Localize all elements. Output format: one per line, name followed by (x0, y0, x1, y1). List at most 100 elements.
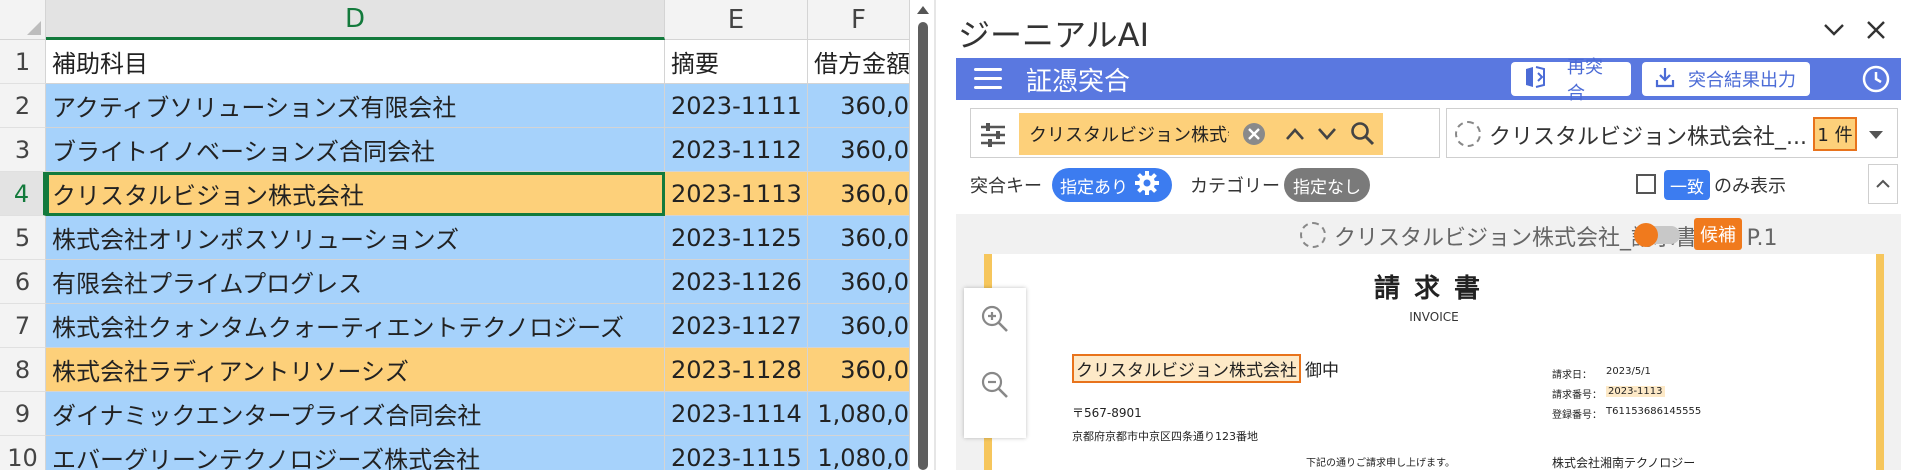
invoice-title: 請求書 (1373, 274, 1494, 304)
category-value: 指定なし (1293, 177, 1361, 198)
column-header-e[interactable]: E (665, 0, 808, 40)
row-number[interactable]: 1 (0, 40, 46, 84)
match-count-badge: 1 件 (1813, 117, 1857, 151)
row-number[interactable]: 2 (0, 84, 46, 128)
options-row: 突合キー 指定あり カテゴリー 指定なし 一致 のみ表示 (970, 164, 1898, 204)
close-icon[interactable] (1860, 14, 1892, 46)
search-input[interactable]: クリスタルビジョン株式会社 (1019, 113, 1263, 155)
recipient-address: 京都府京都市中京区四条通り123番地 (1072, 430, 1258, 443)
invoice-number-highlight: 2023-1113 (1606, 386, 1665, 397)
cell-description[interactable]: 2023-1115 (665, 436, 808, 470)
table-row: 4 クリスタルビジョン株式会社 2023-1113 360,0 (0, 172, 910, 216)
row-number[interactable]: 3 (0, 128, 46, 172)
cell-description[interactable]: 2023-1126 (665, 260, 808, 304)
cell-debit[interactable]: 1,080,0 (808, 392, 910, 436)
table-row: 5 株式会社オリンポスソリューションズ 2023-1125 360,0 (0, 216, 910, 260)
export-results-button[interactable]: 突合結果出力 (1642, 62, 1810, 96)
row-number[interactable]: 8 (0, 348, 46, 392)
vertical-scrollbar[interactable] (912, 0, 934, 470)
cell-debit[interactable]: 360,0 (808, 216, 910, 260)
cell-sub-account[interactable]: アクティブソリューションズ有限会社 (46, 84, 665, 128)
cell-sub-account[interactable]: 株式会社クォンタムクォーティエントテクノロジーズ (46, 304, 665, 348)
scroll-up-icon[interactable] (917, 6, 929, 14)
next-match-icon[interactable] (1311, 113, 1343, 155)
match-key-toggle[interactable]: 指定あり (1052, 168, 1172, 202)
table-row: 2 アクティブソリューションズ有限会社 2023-1111 360,0 (0, 84, 910, 128)
row-number[interactable]: 5 (0, 216, 46, 260)
cell-sub-account[interactable]: 株式会社オリンポスソリューションズ (46, 216, 665, 260)
cell-description[interactable]: 2023-1112 (665, 128, 808, 172)
only-show-label: のみ表示 (1714, 176, 1786, 197)
cell-description[interactable]: 2023-1128 (665, 348, 808, 392)
filter-sliders-icon[interactable] (977, 119, 1009, 151)
row-number[interactable]: 9 (0, 392, 46, 436)
match-tag: 一致 (1664, 170, 1710, 200)
gear-icon (1134, 170, 1160, 201)
cell-debit[interactable]: 360,0 (808, 348, 910, 392)
result-select[interactable]: クリスタルビジョン株式会社_... 1 件 (1446, 108, 1898, 158)
clear-search-icon[interactable] (1229, 113, 1279, 155)
cell-debit[interactable]: 借方金額 (808, 40, 910, 84)
scrollbar-thumb[interactable] (918, 22, 928, 470)
cell-description[interactable]: 2023-1113 (665, 172, 808, 216)
table-row: 7 株式会社クォンタムクォーティエントテクノロジーズ 2023-1127 360… (0, 304, 910, 348)
row-number[interactable]: 6 (0, 260, 46, 304)
cell-sub-account[interactable]: 株式会社ラディアントリソーシズ (46, 348, 665, 392)
cell-description[interactable]: 摘要 (665, 40, 808, 84)
zoom-toolbar (964, 288, 1026, 438)
cell-debit[interactable]: 360,0 (808, 304, 910, 348)
recipient-postal: 〒567-8901 (1072, 406, 1142, 420)
issuer-name: 株式会社湘南テクノロジー (1552, 456, 1696, 470)
row-number[interactable]: 4 (0, 172, 46, 216)
cell-description[interactable]: 2023-1111 (665, 84, 808, 128)
cell-description[interactable]: 2023-1114 (665, 392, 808, 436)
cell-debit[interactable]: 360,0 (808, 84, 910, 128)
document-viewer: クリスタルビジョン株式会社_請求書.pdf P.1 候補 請求書 INVOICE… (956, 214, 1901, 470)
cell-debit[interactable]: 1,080,0 (808, 436, 910, 470)
download-icon (1654, 66, 1676, 93)
candidate-toggle[interactable] (1634, 223, 1680, 247)
invoice-date-label: 請求日： (1552, 370, 1592, 381)
cell-sub-account[interactable]: エバーグリーンテクノロジーズ株式会社 (46, 436, 665, 470)
row-number[interactable]: 10 (0, 436, 46, 470)
hamburger-menu-icon[interactable] (974, 68, 1002, 90)
recipient-highlight: クリスタルビジョン株式会社 (1072, 354, 1301, 383)
cell-sub-account[interactable]: 補助科目 (46, 40, 665, 84)
invoice-subtitle: INVOICE (1409, 310, 1459, 324)
column-header-d[interactable]: D (46, 0, 665, 40)
rematch-button[interactable]: 再突合 (1511, 57, 1631, 104)
chevron-down-icon[interactable] (1818, 14, 1850, 46)
cell-description[interactable]: 2023-1125 (665, 216, 808, 260)
caret-down-icon[interactable] (1869, 131, 1883, 139)
match-key-value: 指定あり (1060, 177, 1128, 198)
previous-match-icon[interactable] (1279, 113, 1311, 155)
registration-number: T61153686145555 (1606, 406, 1702, 417)
only-match-checkbox[interactable] (1636, 174, 1656, 194)
cell-debit[interactable]: 360,0 (808, 128, 910, 172)
active-cell[interactable]: クリスタルビジョン株式会社 (46, 172, 665, 216)
table-row: 3 ブライトイノベーションズ合同会社 2023-1112 360,0 (0, 128, 910, 172)
genial-ai-panel: ジーニアルAI 証憑突合 再突合 突合結果出力 クリスタルビジョン株式会社 クリ… (936, 0, 1907, 470)
zoom-out-icon[interactable] (980, 370, 1010, 400)
loading-circle-icon (1455, 121, 1481, 147)
cell-sub-account[interactable]: ブライトイノベーションズ合同会社 (46, 128, 665, 172)
cell-debit[interactable]: 360,0 (808, 260, 910, 304)
zoom-in-icon[interactable] (980, 304, 1010, 334)
result-file-text: クリスタルビジョン株式会社_... (1489, 125, 1807, 150)
search-row: クリスタルビジョン株式会社 クリスタルビジョン株式会社_... 1 件 (970, 108, 1898, 160)
cell-debit[interactable]: 360,0 (808, 172, 910, 216)
row-number[interactable]: 7 (0, 304, 46, 348)
column-header-f[interactable]: F (808, 0, 910, 40)
select-all-corner[interactable] (0, 0, 46, 40)
history-clock-icon[interactable] (1861, 64, 1891, 94)
panel-toolbar: 証憑突合 再突合 突合結果出力 (956, 57, 1901, 104)
candidate-badge[interactable]: 候補 (1694, 218, 1742, 250)
search-icon[interactable] (1343, 113, 1383, 155)
cell-sub-account[interactable]: 有限会社プライムプログレス (46, 260, 665, 304)
invoice-page: 請求書 INVOICE クリスタルビジョン株式会社 御中 〒567-8901 京… (984, 254, 1884, 470)
category-toggle[interactable]: 指定なし (1284, 168, 1370, 202)
cell-description[interactable]: 2023-1127 (665, 304, 808, 348)
invoice-note: 下記の通りご請求申し上げます。 (1306, 458, 1455, 469)
cell-sub-account[interactable]: ダイナミックエンタープライズ合同会社 (46, 392, 665, 436)
collapse-options-icon[interactable] (1868, 164, 1898, 204)
